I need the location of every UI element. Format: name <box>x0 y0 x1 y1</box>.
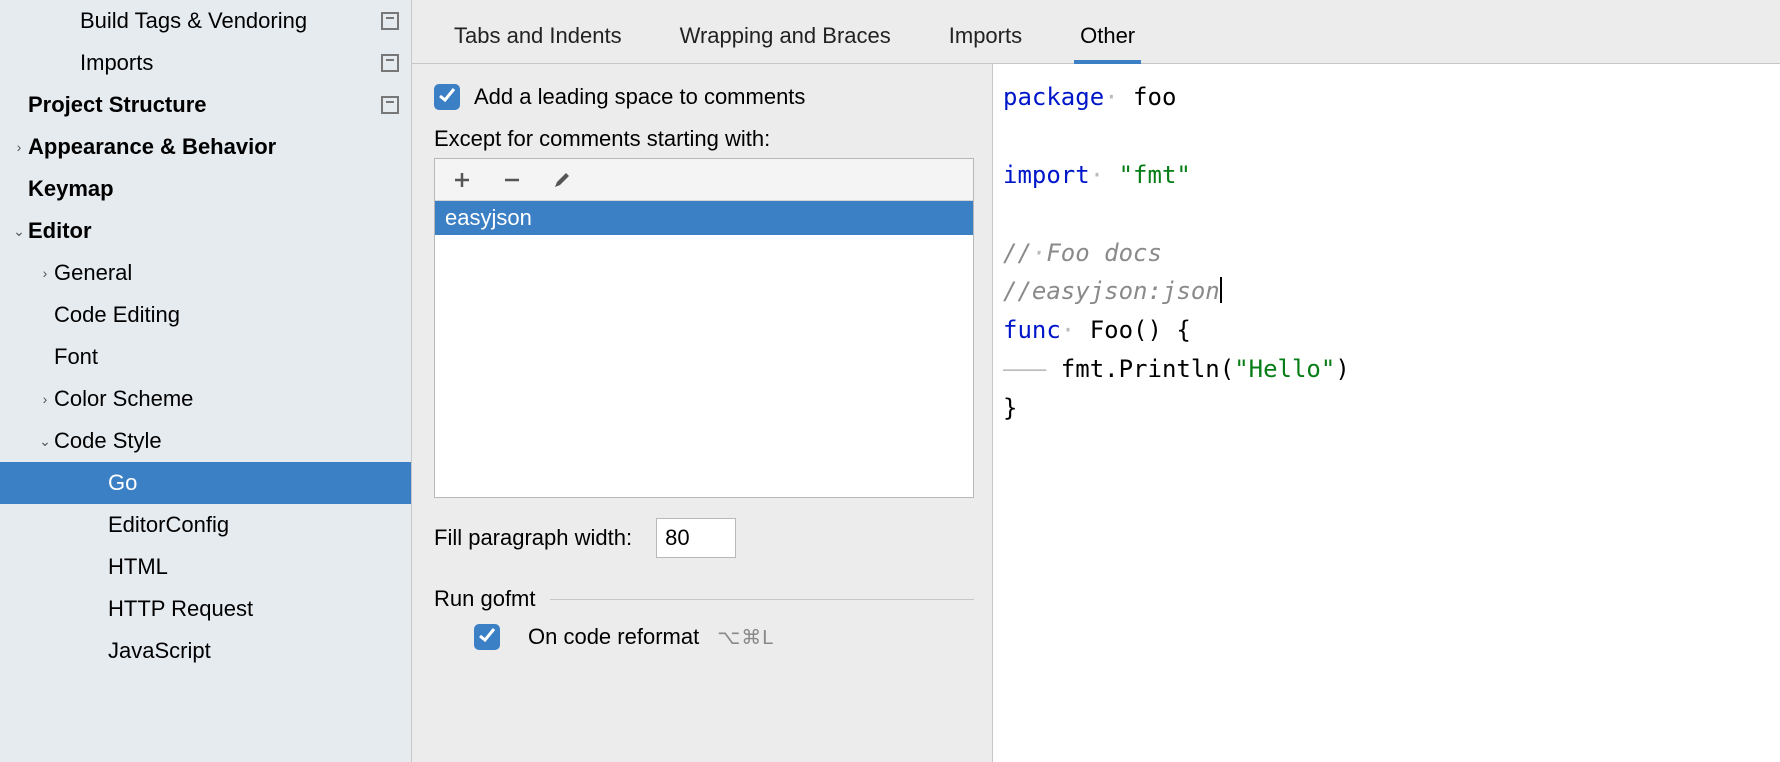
code-text: Foo() { <box>1075 316 1191 344</box>
chevron-down-icon: ⌄ <box>10 223 28 240</box>
sidebar-item-label: Imports <box>80 50 153 76</box>
sidebar-item-imports[interactable]: Imports <box>0 42 411 84</box>
sidebar-item-label: HTTP Request <box>108 596 253 622</box>
on-reformat-shortcut: ⌥⌘L <box>717 625 774 650</box>
settings-page-icon <box>381 54 399 72</box>
chevron-right-icon: › <box>36 265 54 281</box>
main-panel: Tabs and Indents Wrapping and Braces Impor… <box>412 0 1780 762</box>
leading-space-label: Add a leading space to comments <box>474 84 805 110</box>
sidebar-item-label: Go <box>108 470 137 496</box>
fill-paragraph-label: Fill paragraph width: <box>434 525 632 551</box>
sidebar-item-label: JavaScript <box>108 638 211 664</box>
code-string: "Hello" <box>1234 355 1335 383</box>
leading-space-checkbox[interactable] <box>434 84 460 110</box>
tab-tabs-and-indents[interactable]: Tabs and Indents <box>448 13 628 63</box>
code-keyword: package <box>1003 83 1104 111</box>
remove-icon[interactable] <box>501 169 523 191</box>
sidebar-item-appearance-behavior[interactable]: ›Appearance & Behavior <box>0 126 411 168</box>
caret-icon <box>1220 277 1222 303</box>
chevron-right-icon: › <box>10 139 28 155</box>
sidebar-item-label: Build Tags & Vendoring <box>80 8 307 34</box>
sidebar-item-label: Project Structure <box>28 92 207 118</box>
sidebar-item-label: EditorConfig <box>108 512 229 538</box>
code-text: foo <box>1119 83 1177 111</box>
sidebar-item-javascript[interactable]: JavaScript <box>0 630 411 672</box>
settings-page-icon <box>381 12 399 30</box>
sidebar-item-code-editing[interactable]: Code Editing <box>0 294 411 336</box>
tab-imports[interactable]: Imports <box>943 13 1028 63</box>
sidebar-item-label: Color Scheme <box>54 386 193 412</box>
divider <box>550 599 975 600</box>
sidebar-item-editor[interactable]: ⌄Editor <box>0 210 411 252</box>
code-comment: //·Foo docs <box>1003 239 1162 267</box>
sidebar-item-label: Keymap <box>28 176 114 202</box>
code-text: fmt.Println( <box>1061 355 1234 383</box>
tab-wrapping-and-braces[interactable]: Wrapping and Braces <box>674 13 897 63</box>
sidebar-item-build-tags-vendoring[interactable]: Build Tags & Vendoring <box>0 0 411 42</box>
listbox-toolbar <box>435 159 973 201</box>
gofmt-section-title: Run gofmt <box>434 586 536 612</box>
sidebar-item-label: HTML <box>108 554 168 580</box>
except-label: Except for comments starting with: <box>434 126 974 152</box>
chevron-down-icon: ⌄ <box>36 433 54 450</box>
edit-icon[interactable] <box>551 169 573 191</box>
settings-page-icon <box>381 96 399 114</box>
sidebar-item-keymap[interactable]: Keymap <box>0 168 411 210</box>
sidebar-item-general[interactable]: ›General <box>0 252 411 294</box>
code-preview: package· foo import· "fmt" //·Foo docs /… <box>992 64 1780 762</box>
sidebar-item-label: Editor <box>28 218 92 244</box>
code-text: } <box>1003 394 1017 422</box>
sidebar-item-label: Code Style <box>54 428 162 454</box>
fill-paragraph-input[interactable] <box>656 518 736 558</box>
sidebar-item-http-request[interactable]: HTTP Request <box>0 588 411 630</box>
sidebar-item-code-style[interactable]: ⌄Code Style <box>0 420 411 462</box>
chevron-right-icon: › <box>36 391 54 407</box>
settings-content: Add a leading space to comments Except f… <box>412 64 992 762</box>
sidebar-item-html[interactable]: HTML <box>0 546 411 588</box>
sidebar-item-label: Code Editing <box>54 302 180 328</box>
code-comment: //easyjson:json <box>1003 277 1220 305</box>
sidebar-item-color-scheme[interactable]: ›Color Scheme <box>0 378 411 420</box>
code-keyword: func <box>1003 316 1061 344</box>
sidebar-item-label: Font <box>54 344 98 370</box>
sidebar-item-editorconfig[interactable]: EditorConfig <box>0 504 411 546</box>
sidebar-item-project-structure[interactable]: Project Structure <box>0 84 411 126</box>
tab-other[interactable]: Other <box>1074 13 1141 63</box>
on-reformat-label: On code reformat <box>528 624 699 650</box>
sidebar-item-label: General <box>54 260 132 286</box>
code-text: ) <box>1335 355 1349 383</box>
settings-sidebar: Build Tags & Vendoring Imports Project Str… <box>0 0 412 762</box>
code-string: "fmt" <box>1119 161 1191 189</box>
code-keyword: import <box>1003 161 1090 189</box>
sidebar-item-font[interactable]: Font <box>0 336 411 378</box>
on-reformat-checkbox[interactable] <box>474 624 500 650</box>
add-icon[interactable] <box>451 169 473 191</box>
tab-bar: Tabs and Indents Wrapping and Braces Impor… <box>412 0 1780 64</box>
exceptions-listbox: easyjson <box>434 158 974 498</box>
exception-item[interactable]: easyjson <box>435 201 973 235</box>
sidebar-item-label: Appearance & Behavior <box>28 134 276 160</box>
sidebar-item-go[interactable]: Go <box>0 462 411 504</box>
